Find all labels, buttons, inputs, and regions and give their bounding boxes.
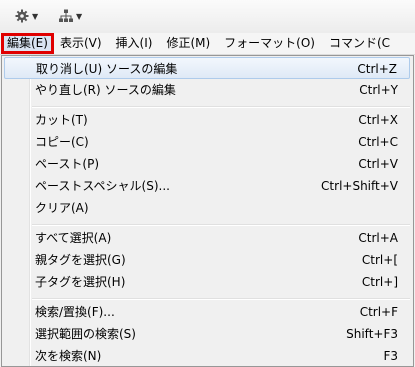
gear-icon xyxy=(15,9,29,23)
menu-item-find-selection[interactable]: 選択範囲の検索(S) Shift+F3 xyxy=(4,323,410,345)
menu-item-shortcut: Ctrl+A xyxy=(358,231,398,245)
menu-insert[interactable]: 挿入(I) xyxy=(109,34,160,53)
menu-item-shortcut: Ctrl+Z xyxy=(357,62,397,76)
menu-item-label: 次を検索(N) xyxy=(35,349,102,363)
chevron-down-icon: ▼ xyxy=(76,11,83,21)
menu-item-label: コピー(C) xyxy=(35,135,89,149)
menu-item-find-replace[interactable]: 検索/置換(F)... Ctrl+F xyxy=(4,301,410,323)
menu-item-label: ペーストスペシャル(S)... xyxy=(35,179,170,193)
menu-item-label: 選択範囲の検索(S) xyxy=(35,327,136,341)
menu-item-label: 取り消し(U) ソースの編集 xyxy=(36,62,178,76)
menu-view[interactable]: 表示(V) xyxy=(53,34,109,53)
menu-item-shortcut: Ctrl+Shift+V xyxy=(321,179,398,193)
edit-menu-dropdown: 取り消し(U) ソースの編集 Ctrl+Z やり直し(R) ソースの編集 Ctr… xyxy=(1,55,414,367)
menu-item-shortcut: Ctrl+C xyxy=(358,135,398,149)
menu-item-label: やり直し(R) ソースの編集 xyxy=(35,83,176,97)
menu-item-shortcut: Ctrl+V xyxy=(358,157,398,171)
menu-item-clear[interactable]: クリア(A) xyxy=(4,197,410,219)
menu-item-shortcut: Shift+F3 xyxy=(346,327,398,341)
menu-item-shortcut: Ctrl+] xyxy=(361,275,398,289)
menu-item-copy[interactable]: コピー(C) Ctrl+C xyxy=(4,131,410,153)
menu-item-select-all[interactable]: すべて選択(A) Ctrl+A xyxy=(4,227,410,249)
menu-item-shortcut: Ctrl+X xyxy=(358,113,398,127)
menu-item-label: カット(T) xyxy=(35,113,88,127)
menu-item-undo[interactable]: 取り消し(U) ソースの編集 Ctrl+Z xyxy=(4,57,410,79)
menu-separator xyxy=(32,298,410,300)
menu-separator xyxy=(32,224,410,226)
menu-modify[interactable]: 修正(M) xyxy=(159,34,217,53)
structure-dropdown-button[interactable]: ▼ xyxy=(59,6,82,26)
menu-item-label: クリア(A) xyxy=(35,201,89,215)
menu-item-paste-special[interactable]: ペーストスペシャル(S)... Ctrl+Shift+V xyxy=(4,175,410,197)
menu-item-shortcut: F3 xyxy=(383,349,398,363)
menu-item-label: 親タグを選択(G) xyxy=(35,253,126,267)
menu-item-select-child-tag[interactable]: 子タグを選択(H) Ctrl+] xyxy=(4,271,410,293)
hierarchy-icon xyxy=(59,9,73,23)
menu-edit[interactable]: 編集(E) xyxy=(1,33,54,54)
menu-item-shortcut: Ctrl+Y xyxy=(359,83,398,97)
menu-item-cut[interactable]: カット(T) Ctrl+X xyxy=(4,109,410,131)
gear-dropdown-button[interactable]: ▼ xyxy=(15,6,38,26)
menu-format[interactable]: フォーマット(O) xyxy=(217,34,322,53)
menu-item-find-next[interactable]: 次を検索(N) F3 xyxy=(4,345,410,367)
menu-item-label: 検索/置換(F)... xyxy=(35,305,115,319)
menu-commands[interactable]: コマンド(C xyxy=(322,34,397,53)
menu-separator xyxy=(32,106,410,108)
menu-item-paste[interactable]: ペースト(P) Ctrl+V xyxy=(4,153,410,175)
toolbar: ▼ ▼ xyxy=(0,0,415,34)
menu-item-shortcut: Ctrl+[ xyxy=(361,253,398,267)
menu-item-label: ペースト(P) xyxy=(35,157,99,171)
menu-item-label: 子タグを選択(H) xyxy=(35,275,126,289)
menu-bar: 編集(E) 表示(V) 挿入(I) 修正(M) フォーマット(O) コマンド(C xyxy=(0,33,415,55)
menu-item-select-parent-tag[interactable]: 親タグを選択(G) Ctrl+[ xyxy=(4,249,410,271)
menu-item-label: すべて選択(A) xyxy=(35,231,112,245)
menu-item-redo[interactable]: やり直し(R) ソースの編集 Ctrl+Y xyxy=(4,79,410,101)
menu-item-shortcut: Ctrl+F xyxy=(359,305,398,319)
chevron-down-icon: ▼ xyxy=(32,11,39,21)
